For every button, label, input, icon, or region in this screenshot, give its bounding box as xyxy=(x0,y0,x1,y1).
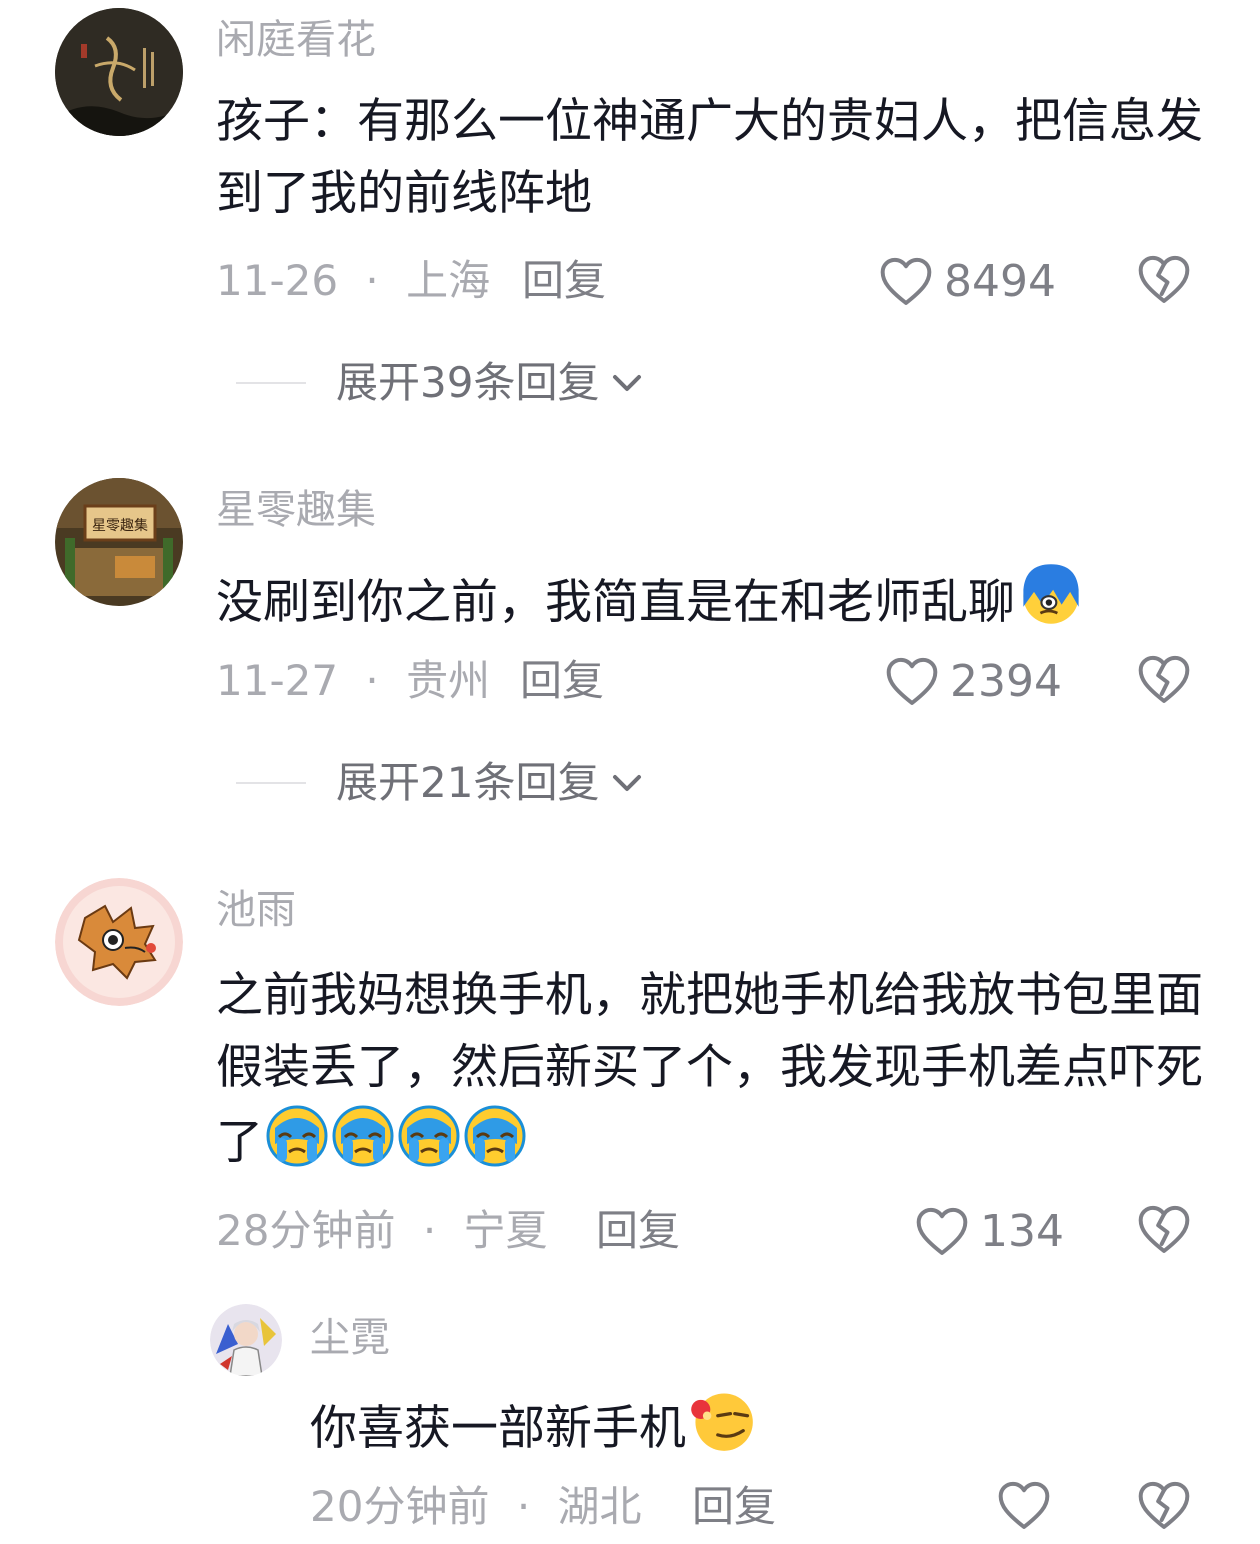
crying-emoji-icon xyxy=(463,1104,527,1168)
comment-date: 28分钟前 xyxy=(216,1206,396,1255)
divider xyxy=(236,782,306,784)
reply-button[interactable]: 回复 xyxy=(596,1206,680,1256)
comment-meta: 11-26 · 上海 xyxy=(216,256,490,306)
username[interactable]: 池雨 xyxy=(216,886,296,934)
avatar[interactable]: 星零趣集 xyxy=(55,478,183,606)
broken-heart-icon xyxy=(1136,1202,1192,1258)
crying-emoji-icon xyxy=(397,1104,461,1168)
avatar-calligraphy-image xyxy=(55,8,183,136)
heart-outline-icon xyxy=(996,1478,1052,1534)
dislike-button[interactable] xyxy=(1136,1478,1192,1534)
avatar[interactable] xyxy=(55,8,183,136)
expand-replies-label: 展开21条回复 xyxy=(336,758,600,807)
separator-dot: · xyxy=(516,1482,531,1531)
username[interactable]: 尘霓 xyxy=(310,1314,390,1362)
dislike-button[interactable] xyxy=(1136,1202,1192,1258)
username[interactable]: 星零趣集 xyxy=(216,486,376,534)
avatar-shop-image: 星零趣集 xyxy=(55,478,183,606)
dislike-button[interactable] xyxy=(1136,252,1192,308)
avatar-sign-text: 星零趣集 xyxy=(92,517,148,534)
smirk-emoji-icon xyxy=(688,1386,756,1454)
reply-button[interactable]: 回复 xyxy=(692,1482,776,1532)
scared-emoji-icon xyxy=(1017,560,1085,628)
avatar[interactable] xyxy=(210,1304,282,1376)
comment-location: 湖北 xyxy=(557,1482,642,1531)
like-button[interactable]: 134 xyxy=(914,1204,1064,1260)
comment-meta: 11-27 · 贵州 xyxy=(216,656,490,706)
like-count: 134 xyxy=(980,1206,1064,1257)
reply-button[interactable]: 回复 xyxy=(520,656,604,706)
heart-outline-icon xyxy=(914,1204,970,1260)
broken-heart-icon xyxy=(1136,1478,1192,1534)
broken-heart-icon xyxy=(1136,652,1192,708)
comment-meta: 20分钟前 · 湖北 xyxy=(310,1482,642,1532)
comment-location: 上海 xyxy=(406,256,491,305)
comment-date: 20分钟前 xyxy=(310,1482,490,1531)
comment-text-content: 你喜获一部新手机 xyxy=(310,1401,686,1456)
comment-date: 11-26 xyxy=(216,256,339,305)
expand-replies-label: 展开39条回复 xyxy=(336,358,600,407)
comment-meta: 28分钟前 · 宁夏 xyxy=(216,1206,548,1256)
like-count: 2394 xyxy=(950,656,1062,707)
divider xyxy=(236,382,306,384)
separator-dot: · xyxy=(365,256,379,305)
like-button[interactable] xyxy=(996,1478,1062,1534)
reply-button[interactable]: 回复 xyxy=(522,256,606,306)
comment-text: 你喜获一部新手机 xyxy=(310,1386,1210,1465)
like-count: 8494 xyxy=(944,256,1056,307)
heart-outline-icon xyxy=(878,254,934,310)
comment-date: 11-27 xyxy=(216,656,339,705)
like-button[interactable]: 8494 xyxy=(878,254,1056,310)
like-button[interactable]: 2394 xyxy=(884,654,1062,710)
crying-emoji-icon xyxy=(265,1104,329,1168)
comment-text: 孩子：有那么一位神通广大的贵妇人，把信息发到了我的前线阵地 xyxy=(216,94,1203,221)
comment-text: 之前我妈想换手机，就把她手机给我放书包里面假装丢了，然后新买了个，我发现手机差点… xyxy=(216,960,1216,1179)
separator-dot: · xyxy=(422,1206,437,1255)
expand-replies-button[interactable]: 展开21条回复 xyxy=(236,758,647,808)
avatar-cartoon-image xyxy=(55,878,183,1006)
chevron-down-icon xyxy=(613,775,642,791)
avatar[interactable] xyxy=(55,878,183,1006)
comment-text: 没刷到你之前，我简直是在和老师乱聊 xyxy=(216,560,1236,639)
chevron-down-icon xyxy=(613,375,642,391)
comment-location: 宁夏 xyxy=(463,1206,548,1255)
comment-location: 贵州 xyxy=(406,656,491,705)
expand-replies-button[interactable]: 展开39条回复 xyxy=(236,358,647,408)
username[interactable]: 闲庭看花 xyxy=(216,16,376,64)
crying-emoji-icon xyxy=(331,1104,395,1168)
comment-text-content: 没刷到你之前，我简直是在和老师乱聊 xyxy=(216,575,1015,630)
separator-dot: · xyxy=(365,656,379,705)
avatar-anime-image xyxy=(210,1304,282,1376)
heart-outline-icon xyxy=(884,654,940,710)
broken-heart-icon xyxy=(1136,252,1192,308)
dislike-button[interactable] xyxy=(1136,652,1192,708)
